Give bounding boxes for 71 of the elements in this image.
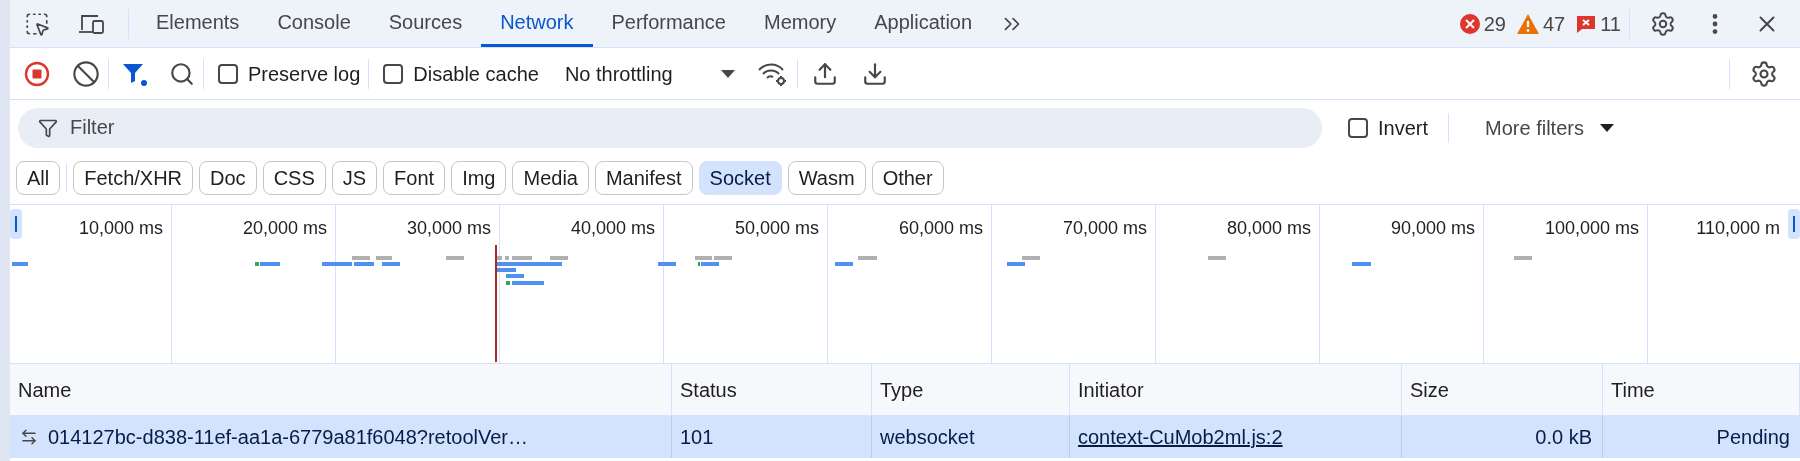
time-tick-label: 20,000 ms [242, 217, 327, 240]
type-filter-chip[interactable]: Manifest [594, 160, 693, 195]
dropdown-caret-icon [1599, 123, 1614, 132]
type-filter-chip[interactable]: Wasm [787, 160, 866, 195]
websocket-icon [20, 428, 38, 446]
type-filter-chip[interactable]: Fetch/XHR [73, 160, 194, 195]
table-cell-text: 101 [680, 425, 714, 450]
download-icon[interactable] [861, 60, 888, 87]
upload-icon[interactable] [811, 60, 838, 87]
column-header[interactable]: Type [872, 364, 1070, 415]
initiator-link[interactable]: context-CuMob2ml.js:2 [1078, 422, 1283, 452]
table-cell-text: 014127bc-d838-11ef-aa1a-6779a81f6048?retoolVer… [48, 425, 528, 450]
panel-tab[interactable]: Application [855, 0, 992, 47]
type-filter-chip[interactable]: All [16, 160, 61, 195]
inspect-icon[interactable] [24, 10, 50, 37]
checkbox[interactable] [1348, 117, 1368, 138]
dropdown-caret-icon [720, 69, 735, 78]
table-cell-text: 0.0 kB [1535, 425, 1592, 450]
clear-icon[interactable] [72, 59, 100, 88]
search-icon[interactable] [169, 60, 195, 87]
table-cell-text: websocket [880, 425, 975, 450]
panel-tab[interactable]: Sources [369, 0, 482, 47]
stop-recording-icon[interactable] [24, 60, 50, 87]
time-tick-label: 40,000 ms [570, 217, 655, 240]
request-row[interactable]: 014127bc-d838-11ef-aa1a-6779a81f6048?retoolVer… 101 websocket context-CuMob2ml.js:2 0.0 kB Pending [10, 416, 1800, 458]
column-header[interactable]: Status [672, 364, 872, 415]
type-filter-chip[interactable]: Img [451, 160, 507, 195]
type-filter-chip[interactable]: Doc [199, 160, 257, 195]
panel-tab[interactable]: Memory [745, 0, 856, 47]
range-handle[interactable] [1788, 209, 1800, 239]
checkbox[interactable] [218, 63, 238, 84]
table-cell-text: Pending [1716, 425, 1790, 450]
column-header[interactable]: Name [10, 364, 672, 415]
type-filter-chip[interactable]: Socket [698, 160, 782, 195]
time-tick-label: 100,000 ms [1544, 217, 1639, 240]
more-filters-dropdown[interactable]: More filters [1485, 112, 1614, 143]
panel-tab[interactable]: Console [258, 0, 370, 47]
panel-tab[interactable]: Performance [592, 0, 745, 47]
settings-icon[interactable] [1650, 10, 1676, 37]
checkbox-label: Invert [1378, 115, 1429, 141]
time-tick-label: 10,000 ms [78, 217, 163, 240]
time-tick-label: 70,000 ms [1062, 217, 1147, 240]
warning-icon [1516, 12, 1540, 35]
type-filter-chip[interactable]: CSS [262, 160, 326, 195]
checkbox-label: Preserve log [248, 61, 361, 87]
time-tick-label: 80,000 ms [1226, 217, 1311, 240]
time-tick-label: 110,000 m [1696, 217, 1780, 240]
time-tick-label: 60,000 ms [898, 217, 983, 240]
filter-field[interactable]: Filter [18, 107, 1322, 148]
column-header[interactable]: Time [1603, 364, 1800, 415]
issue-count: 11 [1600, 11, 1621, 37]
issue-count: 47 [1543, 11, 1566, 37]
time-tick-label: 90,000 ms [1390, 217, 1475, 240]
type-filter-chip[interactable]: Font [383, 160, 446, 195]
checkbox-label: Disable cache [413, 61, 539, 87]
issue-count: 29 [1483, 11, 1506, 37]
type-filter-chip[interactable]: Media [512, 160, 589, 195]
column-header[interactable]: Initiator [1070, 364, 1402, 415]
range-handle[interactable] [10, 209, 22, 239]
type-filter-chip[interactable]: JS [331, 160, 378, 195]
column-header[interactable]: Size [1402, 364, 1603, 415]
settings-icon[interactable] [1750, 59, 1778, 88]
throttling-dropdown[interactable]: No throttling [564, 58, 735, 89]
time-tick-label: 30,000 ms [406, 217, 491, 240]
time-tick-label: 50,000 ms [734, 217, 819, 240]
panel-tab[interactable]: Network [481, 0, 593, 47]
checkbox[interactable] [383, 63, 404, 84]
type-filter-chip[interactable]: Other [871, 160, 944, 195]
error-icon [1458, 12, 1481, 35]
filter-icon [38, 117, 58, 138]
panel-tab[interactable]: Elements [137, 0, 259, 47]
